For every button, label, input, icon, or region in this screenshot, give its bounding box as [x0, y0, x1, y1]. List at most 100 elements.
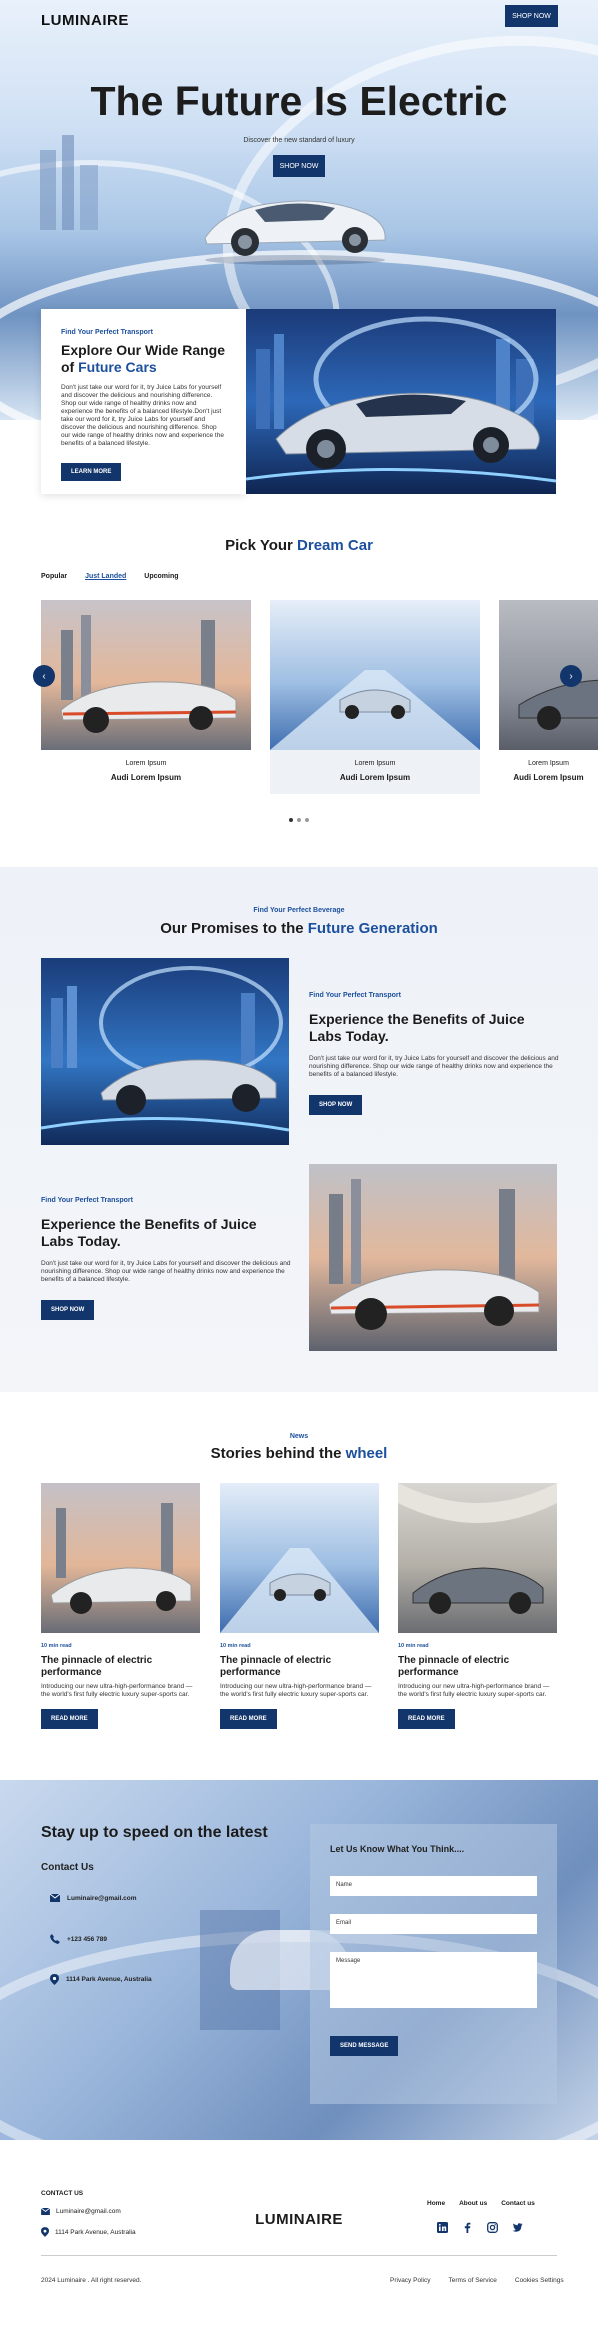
carousel-prev-button[interactable]: ‹: [33, 665, 55, 687]
car-card-subtitle: Lorem Ipsum: [528, 760, 569, 767]
facebook-icon[interactable]: [462, 2222, 473, 2233]
explore-car-image: [246, 309, 556, 494]
news-card-body: Introducing our new ultra-high-performan…: [41, 1683, 193, 1698]
promises-title: Our Promises to the Future Generation: [0, 920, 598, 937]
promise-title: Experience the Benefits of Juice Labs To…: [41, 1216, 257, 1249]
message-field[interactable]: Message: [330, 1952, 537, 2008]
car-card-subtitle: Lorem Ipsum: [125, 760, 167, 767]
news-card-title[interactable]: The pinnacle of electric performance: [41, 1655, 200, 1679]
pick-title-accent: Dream Car: [297, 537, 373, 554]
explore-eyebrow: Find Your Perfect Transport: [61, 329, 153, 336]
hero-title: The Future Is Electric: [90, 78, 508, 124]
footer-contact-heading: CONTACT US: [41, 2190, 84, 2197]
footer-divider: [41, 2255, 557, 2256]
footer-link-about[interactable]: About us: [459, 2200, 487, 2207]
email-field[interactable]: Email: [330, 1914, 537, 1934]
news-read-time: 10 min read: [398, 1643, 429, 1649]
car-card-meta: Lorem Ipsum Audi Lorem Ipsum: [41, 750, 251, 794]
promise-body: Don't just take our word for it, try Jui…: [309, 1055, 559, 1078]
news-read-time: 10 min read: [41, 1643, 72, 1649]
explore-card: Find Your Perfect Transport Explore Our …: [41, 309, 246, 494]
footer-link-contact[interactable]: Contact us: [501, 2200, 535, 2207]
contact-phone[interactable]: +123 456 789: [50, 1934, 107, 1944]
car-card-title: Audi Lorem Ipsum: [513, 773, 584, 782]
sports-car-illustration: [328, 1179, 540, 1330]
tab-popular[interactable]: Popular: [41, 573, 67, 580]
promise-shop-now-button[interactable]: SHOP NOW: [41, 1300, 95, 1320]
sports-car-illustration: [398, 1483, 557, 1614]
mail-icon: [50, 1894, 60, 1902]
contact-title: Stay up to speed on the latest: [41, 1824, 268, 1841]
car-card-title: Audi Lorem Ipsum: [339, 773, 411, 782]
promises-eyebrow: Find Your Perfect Beverage: [253, 907, 345, 914]
terms-of-service-link[interactable]: Terms of Service: [448, 2277, 496, 2284]
promises-title-text: Our Promises to the: [160, 920, 308, 937]
pick-title-text: Pick Your: [225, 537, 298, 554]
sports-car-illustration: [270, 670, 480, 750]
car-card-title: Audi Lorem Ipsum: [110, 773, 182, 782]
news-image: [398, 1483, 557, 1633]
footer-legal-links: Privacy Policy Terms of Service Cookies …: [390, 2277, 564, 2284]
send-message-button[interactable]: SEND MESSAGE: [330, 2036, 399, 2056]
promise-title: Experience the Benefits of Juice Labs To…: [309, 1011, 525, 1044]
tab-upcoming[interactable]: Upcoming: [144, 573, 178, 580]
car-card[interactable]: Lorem Ipsum Audi Lorem Ipsum: [499, 600, 598, 794]
carousel-dot[interactable]: [305, 818, 309, 822]
read-more-button[interactable]: READ MORE: [220, 1709, 277, 1729]
brand-logo[interactable]: LUMINAIRE: [41, 12, 129, 29]
carousel-dot[interactable]: [289, 818, 293, 822]
phone-icon: [50, 1934, 60, 1944]
futuristic-car-illustration: [41, 966, 289, 1132]
promise-shop-now-button[interactable]: SHOP NOW: [309, 1095, 363, 1115]
news-read-time: 10 min read: [220, 1643, 251, 1649]
explore-body: Don't just take our word for it, try Jui…: [61, 384, 224, 447]
car-image-sunset: [41, 600, 251, 750]
car-card-meta: Lorem Ipsum Audi Lorem Ipsum: [499, 750, 598, 794]
building-shape: [80, 165, 98, 230]
privacy-policy-link[interactable]: Privacy Policy: [390, 2277, 430, 2284]
learn-more-button[interactable]: LEARN MORE: [61, 463, 122, 481]
sports-car-illustration: [50, 1503, 192, 1614]
news-image: [220, 1483, 379, 1633]
contact-subtitle: Contact Us: [41, 1862, 94, 1873]
sports-car-illustration: [220, 1548, 379, 1633]
social-links: [437, 2222, 523, 2233]
feedback-form: Let Us Know What You Think.... Name Emai…: [310, 1824, 557, 2104]
building-shape: [62, 135, 74, 230]
copyright: 2024 Luminaire . All right reserved.: [41, 2277, 142, 2284]
news-card: 10 min read The pinnacle of electric per…: [41, 1483, 200, 1729]
contact-section: Stay up to speed on the latest Contact U…: [0, 1780, 598, 2140]
contact-email-text: Luminaire@gmail.com: [67, 1894, 137, 1902]
name-field[interactable]: Name: [330, 1876, 537, 1896]
twitter-icon[interactable]: [512, 2222, 523, 2233]
carousel-next-button[interactable]: ›: [560, 665, 582, 687]
footer-address[interactable]: 1114 Park Avenue, Australia: [41, 2227, 136, 2237]
tab-just-landed[interactable]: Just Landed: [85, 573, 126, 580]
news-card-title[interactable]: The pinnacle of electric performance: [220, 1655, 379, 1679]
pick-section-title: Pick Your Dream Car: [0, 537, 598, 554]
instagram-icon[interactable]: [487, 2222, 498, 2233]
car-card[interactable]: Lorem Ipsum Audi Lorem Ipsum: [270, 600, 480, 794]
car-card[interactable]: Lorem Ipsum Audi Lorem Ipsum: [41, 600, 251, 794]
location-pin-icon: [41, 2227, 49, 2237]
contact-email[interactable]: Luminaire@gmail.com: [50, 1894, 137, 1902]
news-card: 10 min read The pinnacle of electric per…: [398, 1483, 557, 1729]
sports-car-illustration: [60, 615, 237, 733]
news-title-accent: wheel: [345, 1445, 388, 1462]
contact-address[interactable]: 1114 Park Avenue, Australia: [50, 1974, 152, 1985]
linkedin-icon[interactable]: [437, 2222, 448, 2233]
promise-image-2: [309, 1164, 557, 1351]
hero-shop-now-button[interactable]: SHOP NOW: [273, 155, 325, 177]
carousel-dot[interactable]: [297, 818, 301, 822]
news-card-title[interactable]: The pinnacle of electric performance: [398, 1655, 557, 1679]
read-more-button[interactable]: READ MORE: [398, 1709, 455, 1729]
promise-block-2: Find Your Perfect Transport Experience t…: [41, 1197, 291, 1320]
header-shop-now-button[interactable]: SHOP NOW: [505, 5, 558, 27]
carousel-dots: [289, 818, 309, 822]
footer-link-home[interactable]: Home: [427, 2200, 445, 2207]
promise-body: Don't just take our word for it, try Jui…: [41, 1260, 291, 1283]
cookies-settings-link[interactable]: Cookies Settings: [515, 2277, 564, 2284]
read-more-button[interactable]: READ MORE: [41, 1709, 98, 1729]
sports-car-illustration: [518, 679, 598, 730]
news-card-body: Introducing our new ultra-high-performan…: [398, 1683, 550, 1698]
